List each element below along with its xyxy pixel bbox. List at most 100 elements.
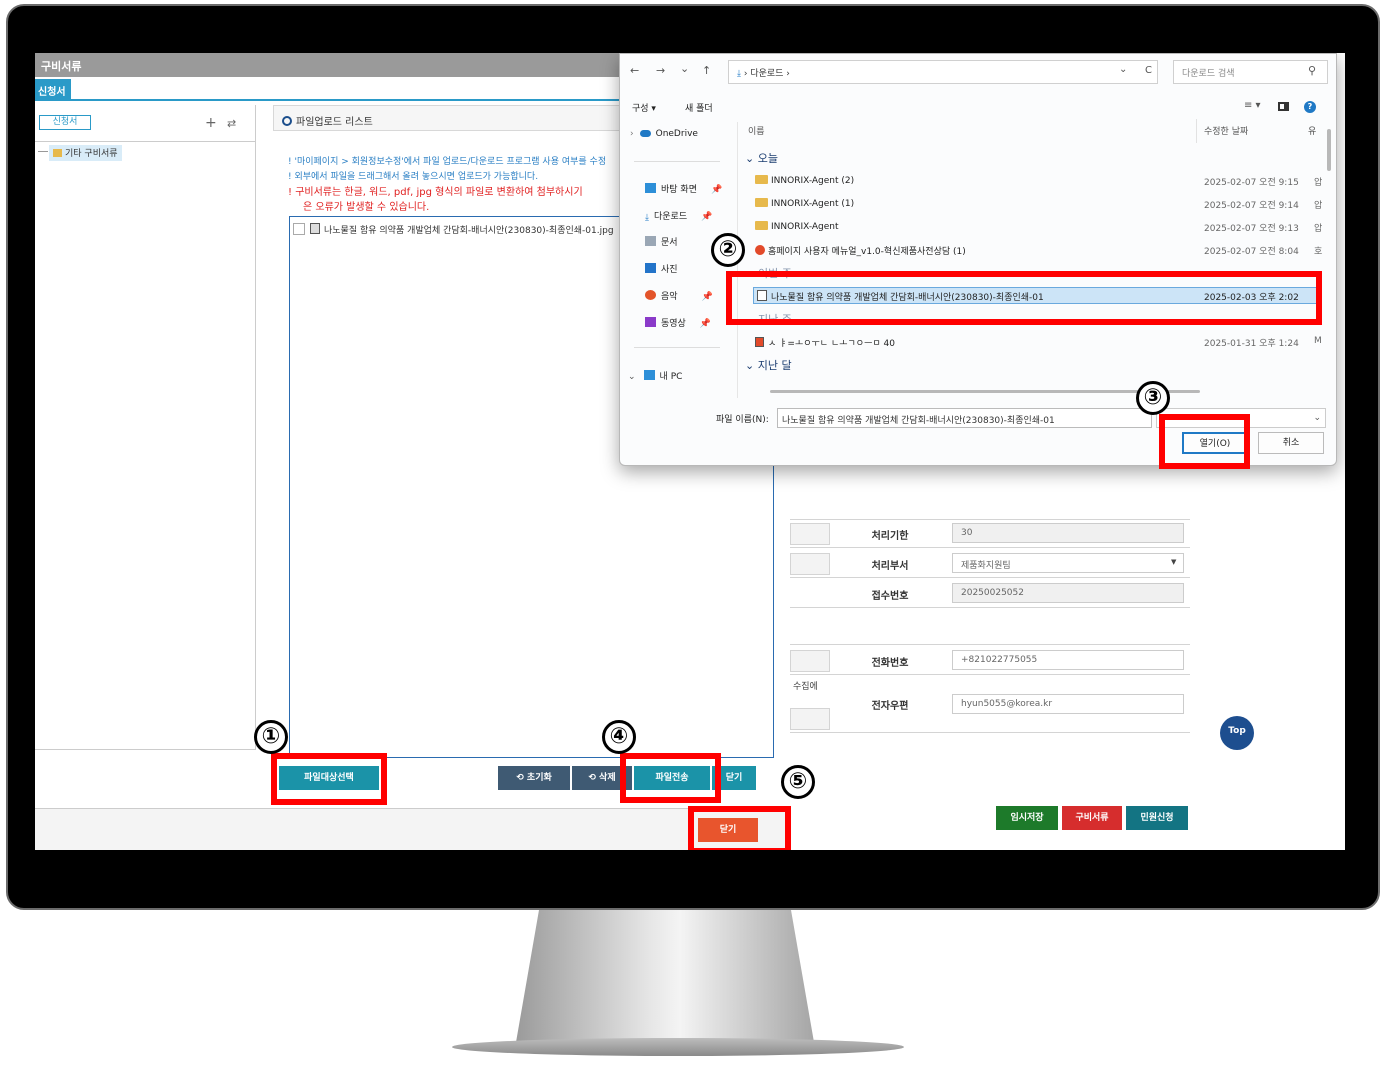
nav-label: 동영상 <box>661 319 686 329</box>
preview-pane-icon[interactable] <box>1278 102 1289 111</box>
step-marker-5: ⑤ <box>781 765 815 799</box>
tree-connector <box>38 151 48 152</box>
file-row[interactable]: INNORIX-Agent (1) <box>755 198 854 209</box>
upload-list-header: 파일업로드 리스트 <box>273 105 620 131</box>
nav-pictures[interactable]: 사진 <box>645 262 678 275</box>
nav-label: 바탕 화면 <box>661 185 697 195</box>
label-receipt-no: 접수번호 <box>871 591 909 602</box>
view-options-icon[interactable]: ≡ ▾ <box>1244 100 1261 111</box>
cloud-icon <box>639 130 651 137</box>
email-field[interactable]: hyun5055@korea.kr <box>952 694 1184 714</box>
tree-item-other-docs[interactable]: 기타 구비서류 <box>49 145 122 161</box>
top-label: Top <box>1228 726 1246 736</box>
address-path: › 다운로드 › <box>743 69 790 79</box>
file-row[interactable]: INNORIX-Agent (2) <box>755 175 854 186</box>
address-dropdown-icon[interactable]: ⌄ <box>1119 64 1127 75</box>
file-row[interactable]: INNORIX-Agent <box>755 221 839 232</box>
tab-application[interactable]: 신청서 <box>35 79 71 99</box>
download-icon: ⤓ <box>737 69 741 79</box>
filename-label: 파일 이름(N): <box>716 415 769 425</box>
column-type[interactable]: 유 <box>1308 124 1316 137</box>
music-icon <box>645 290 656 300</box>
refresh-icon[interactable]: C <box>1145 65 1152 76</box>
help-icon[interactable]: ? <box>1304 101 1316 113</box>
step-marker-3: ③ <box>1136 381 1170 415</box>
application-form-button[interactable]: 신청서 <box>39 115 91 130</box>
temp-save-button[interactable]: 임시저장 <box>996 806 1058 830</box>
plus-icon[interactable]: + <box>205 115 217 131</box>
nav-videos[interactable]: 동영상 📌 <box>645 316 711 329</box>
forward-icon[interactable]: → <box>656 64 665 77</box>
documents-button[interactable]: 구비서류 <box>1062 806 1122 830</box>
deadline-field: 30 <box>952 523 1184 543</box>
nav-music[interactable]: 음악 📌 <box>645 289 713 302</box>
submit-application-button[interactable]: 민원신청 <box>1126 806 1188 830</box>
row-divider <box>790 644 1190 645</box>
highlight-close <box>688 806 791 850</box>
up-icon[interactable]: ↑ <box>702 64 711 77</box>
file-type: 압 <box>1314 201 1323 211</box>
phone-field[interactable]: +821022775055 <box>952 650 1184 670</box>
file-list-item[interactable]: 나노물질 함유 의약품 개발업체 간담회-배너시안(230830)-최종인쇄-0… <box>293 223 614 236</box>
back-icon[interactable]: ← <box>630 64 639 77</box>
recent-dropdown-icon[interactable]: ⌄ <box>680 62 689 75</box>
bottom-bar <box>35 808 790 850</box>
file-name: INNORIX-Agent (1) <box>771 199 855 209</box>
new-folder-button[interactable]: 새 폴더 <box>685 101 713 114</box>
address-bar[interactable]: ⤓ › 다운로드 › <box>728 60 1158 84</box>
cancel-button[interactable]: 취소 <box>1258 432 1324 454</box>
group-last-month[interactable]: ⌄ 지난 달 <box>745 357 792 373</box>
organize-menu[interactable]: 구성 ▾ <box>632 101 656 114</box>
nav-downloads[interactable]: ⤓ 다운로드 📌 <box>645 209 712 223</box>
image-file-icon <box>310 223 320 234</box>
field-stub <box>790 523 830 545</box>
group-label: 지난 달 <box>757 359 792 372</box>
tab-underline <box>35 99 620 101</box>
tree-item-label: 기타 구비서류 <box>65 149 118 159</box>
scroll-top-button[interactable]: Top <box>1220 716 1254 750</box>
file-row[interactable]: 홈페이지 사용자 메뉴얼_v1.0-혁신제품사전상담 (1) <box>755 244 966 257</box>
nav-documents[interactable]: 문서 <box>645 235 678 248</box>
step-marker-4: ④ <box>602 720 636 754</box>
nav-label: 문서 <box>661 238 678 248</box>
group-label: 오늘 <box>757 152 778 165</box>
file-date: 2025-01-31 오후 1:24 <box>1204 339 1299 349</box>
vertical-scrollbar[interactable] <box>1327 129 1331 171</box>
form-top-border <box>790 519 1190 520</box>
file-name: INNORIX-Agent <box>771 222 839 232</box>
horizontal-scrollbar[interactable] <box>770 390 1200 393</box>
column-name[interactable]: 이름 <box>748 124 765 137</box>
step-marker-1: ① <box>254 720 288 754</box>
nav-desktop[interactable]: 바탕 화면 📌 <box>645 182 722 195</box>
search-input[interactable]: 다운로드 검색 <box>1173 60 1328 84</box>
chevron-down-icon: ⌄ <box>1313 413 1321 423</box>
file-date: 2025-02-07 오전 9:14 <box>1204 201 1299 211</box>
highlight-send-file <box>620 753 721 803</box>
reset-button[interactable]: ⟲ 초기화 <box>498 766 570 790</box>
group-today[interactable]: ⌄ 오늘 <box>745 150 778 166</box>
dept-select[interactable]: 제품화지원팀 <box>952 553 1184 573</box>
folder-icon <box>755 221 768 230</box>
nav-this-pc[interactable]: ⌄ 내 PC <box>628 369 682 382</box>
file-date: 2025-02-07 오전 9:13 <box>1204 224 1299 234</box>
row-divider <box>790 732 1190 733</box>
checkbox[interactable] <box>293 223 305 235</box>
step-marker-2: ② <box>711 233 745 267</box>
field-stub <box>790 553 830 575</box>
column-date[interactable]: 수정한 날짜 <box>1204 124 1248 137</box>
file-row[interactable]: ㅅ ㅑ=ㅗㅇㅜㄴ ㄴㅗㄱㅇㅡㅁ 40 <box>755 336 895 349</box>
file-type: 압 <box>1314 224 1323 234</box>
nav-label: 음악 <box>661 292 678 302</box>
label-dept: 처리부서 <box>871 561 909 572</box>
column-divider <box>1196 119 1197 143</box>
chevron-down-icon[interactable]: ▼ <box>1171 558 1176 566</box>
row-divider <box>790 577 1190 578</box>
nav-label: 사진 <box>661 265 678 275</box>
filename-input[interactable]: 나노물질 함유 의약품 개발업체 간담회-배너시안(230830)-최종인쇄-0… <box>777 408 1152 428</box>
notice-line-3: ! 구비서류는 한글, 워드, pdf, jpg 형식의 파일로 변환하여 첨부… <box>288 187 583 198</box>
nav-onedrive[interactable]: › OneDrive <box>630 129 698 139</box>
window-title: 구비서류 <box>35 53 620 77</box>
tree-toggle-icon[interactable]: ⇄ <box>227 117 236 130</box>
search-icon[interactable]: ⚲ <box>1308 64 1316 77</box>
circle-icon <box>282 116 292 126</box>
